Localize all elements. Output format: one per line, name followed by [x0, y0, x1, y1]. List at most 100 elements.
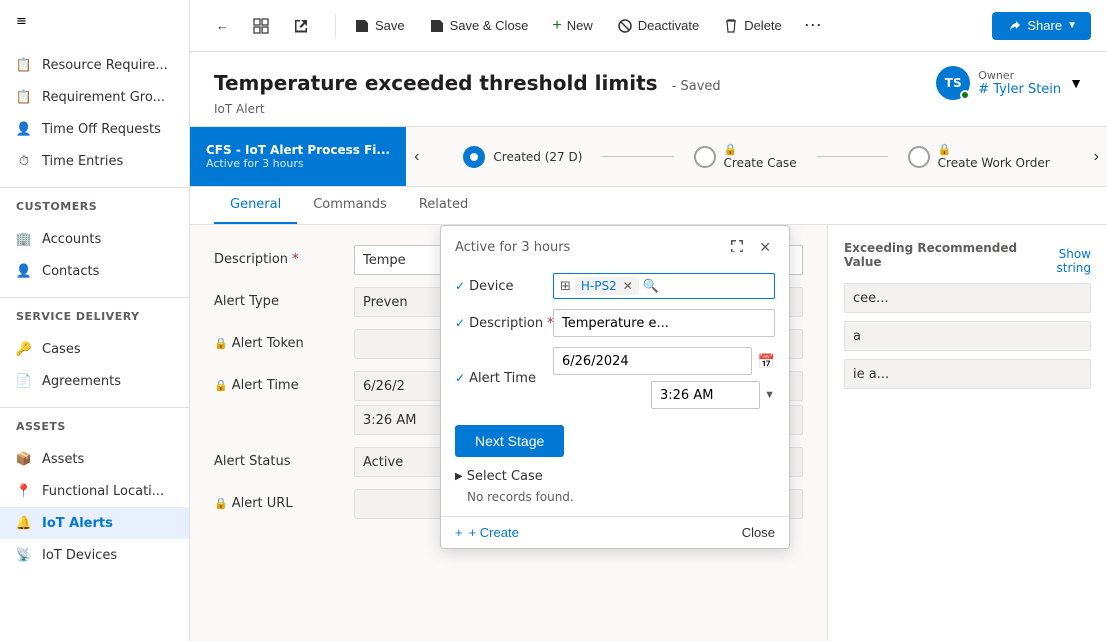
save-button[interactable]: Save [344, 13, 415, 39]
sidebar-item-cases[interactable]: 🔑 Cases [0, 333, 189, 365]
sidebar-item-iot-devices[interactable]: 📡 IoT Devices [0, 539, 189, 571]
alert-time-label: 🔒 Alert Time [214, 371, 354, 393]
stage-popup: Active for 3 hours ✕ ✓ Device [440, 225, 790, 549]
popup-footer-close-button[interactable]: Close [742, 525, 775, 540]
exceeding-title: Exceeding Recommended Value [844, 241, 1030, 269]
popup-alert-time-label: ✓ Alert Time [455, 371, 545, 386]
step-label-created: Created (27 D) [493, 150, 582, 164]
delete-icon [723, 18, 739, 34]
resource-icon: 📋 [16, 57, 32, 73]
share-chevron-icon: ▼ [1067, 20, 1077, 31]
step-circle-created [463, 146, 485, 168]
record-subtitle: IoT Alert [214, 102, 1083, 116]
toolbar-nav: ← [206, 13, 319, 39]
sidebar: ≡ 📋 Resource Require... 📋 Requirement Gr… [0, 0, 190, 641]
popup-description-row: ✓ Description * Temperature e... [455, 309, 775, 337]
assets-icon: 📦 [16, 451, 32, 467]
process-active-stage[interactable]: CFS - IoT Alert Process Fi... Active for… [190, 127, 406, 186]
sidebar-item-time-entries[interactable]: ⏱ Time Entries [0, 145, 189, 177]
owner-name[interactable]: # Tyler Stein [978, 82, 1061, 97]
device-tag: H-PS2 ✕ [575, 277, 639, 295]
description-required: * [292, 252, 299, 267]
show-string-link[interactable]: Show string [1030, 243, 1091, 275]
owner-chevron-button[interactable]: ▼ [1069, 75, 1083, 91]
sidebar-item-accounts[interactable]: 🏢 Accounts [0, 223, 189, 255]
popup-select-case[interactable]: ▶ Select Case [455, 465, 775, 486]
sidebar-top-section: 📋 Resource Require... 📋 Requirement Gro.… [0, 43, 189, 183]
record-title: Temperature exceeded threshold limits [214, 71, 658, 95]
sidebar-divider-3 [0, 407, 189, 408]
sidebar-item-iot-alerts[interactable]: 🔔 IoT Alerts [0, 507, 189, 539]
agreements-icon: 📄 [16, 373, 32, 389]
record-saved-status: - Saved [672, 79, 721, 94]
process-step-create-work-order[interactable]: 🔒 Create Work Order [888, 143, 1070, 170]
stage-name: CFS - IoT Alert Process Fi... [206, 143, 390, 157]
process-step-created[interactable]: Created (27 D) [443, 146, 602, 168]
alert-url-lock-icon: 🔒 [214, 497, 228, 510]
popup-date-input[interactable]: 6/26/2024 [553, 347, 752, 375]
popup-device-label: ✓ Device [455, 279, 545, 294]
process-next-button[interactable]: › [1086, 127, 1107, 186]
next-stage-button[interactable]: Next Stage [455, 425, 564, 457]
popup-body: ✓ Device ⊞ H-PS2 ✕ 🔍 [441, 265, 789, 516]
select-case-triangle-icon: ▶ [455, 471, 463, 482]
sidebar-label: Assets [42, 452, 84, 467]
record-header: Temperature exceeded threshold limits - … [190, 52, 1107, 127]
sidebar-item-functional-locations[interactable]: 📍 Functional Locati... [0, 475, 189, 507]
owner-label: Owner [978, 69, 1061, 82]
toolbar: ← Save Save & Close + New Deactivate [190, 0, 1107, 52]
new-window-icon [293, 18, 309, 34]
device-lookup-icon: ⊞ [560, 279, 571, 294]
new-window-button[interactable] [283, 13, 319, 39]
back-button[interactable]: ← [206, 13, 239, 38]
view-button[interactable] [243, 13, 279, 39]
right-panel: Exceeding Recommended Value Show string … [827, 225, 1107, 641]
tab-general[interactable]: General [214, 187, 297, 224]
hamburger-menu[interactable]: ≡ [0, 0, 189, 43]
popup-time-dropdown-button[interactable]: ▼ [764, 389, 775, 401]
process-step-create-case[interactable]: 🔒 Create Case [674, 143, 817, 170]
e-a-field: a [844, 321, 1091, 351]
process-prev-button[interactable]: ‹ [406, 127, 427, 186]
stage-time: Active for 3 hours [206, 157, 390, 170]
sidebar-item-requirement-groups[interactable]: 📋 Requirement Gro... [0, 81, 189, 113]
delete-button[interactable]: Delete [713, 13, 792, 39]
step-connector-1 [602, 156, 673, 157]
record-title-area: Temperature exceeded threshold limits - … [214, 71, 721, 95]
popup-close-button[interactable]: ✕ [755, 236, 775, 259]
share-button[interactable]: Share ▼ [992, 12, 1091, 40]
save-close-button[interactable]: Save & Close [419, 13, 539, 39]
popup-alert-time-field: 6/26/2024 📅 3:26 AM ▼ [553, 347, 775, 409]
cee-field: cee... [844, 283, 1091, 313]
tab-commands[interactable]: Commands [297, 187, 403, 224]
sidebar-item-assets[interactable]: 📦 Assets [0, 443, 189, 475]
more-options-button[interactable]: ⋯ [796, 10, 830, 41]
description-check-icon: ✓ [455, 316, 465, 330]
popup-title: Active for 3 hours [455, 240, 570, 255]
sidebar-label: Time Off Requests [42, 122, 161, 137]
popup-create-button[interactable]: + + Create [455, 525, 519, 540]
new-button[interactable]: + New [542, 12, 602, 40]
popup-description-input[interactable]: Temperature e... [553, 309, 775, 337]
deactivate-button[interactable]: Deactivate [607, 13, 709, 39]
main-content: ← Save Save & Close + New Deactivate [190, 0, 1107, 641]
popup-expand-button[interactable] [725, 236, 749, 259]
tab-related[interactable]: Related [403, 187, 484, 224]
sidebar-customers-section: 🏢 Accounts 👤 Contacts [0, 217, 189, 293]
popup-time-input[interactable]: 3:26 AM [651, 381, 760, 409]
popup-device-input[interactable]: ⊞ H-PS2 ✕ 🔍 [553, 273, 775, 299]
device-search-button[interactable]: 🔍 [643, 278, 659, 294]
device-remove-button[interactable]: ✕ [623, 279, 633, 293]
sidebar-item-resource-requirements[interactable]: 📋 Resource Require... [0, 49, 189, 81]
popup-no-records: No records found. [455, 486, 775, 508]
sidebar-item-contacts[interactable]: 👤 Contacts [0, 255, 189, 287]
iot-alerts-icon: 🔔 [16, 515, 32, 531]
lock-icon-case: 🔒 [724, 143, 797, 156]
content-area: Description * Tempe Alert Type Preven [190, 225, 1107, 641]
sidebar-item-time-off[interactable]: 👤 Time Off Requests [0, 113, 189, 145]
sidebar-label: Resource Require... [42, 58, 168, 73]
popup-header: Active for 3 hours ✕ [441, 226, 789, 265]
sidebar-item-agreements[interactable]: 📄 Agreements [0, 365, 189, 397]
iot-devices-icon: 📡 [16, 547, 32, 563]
popup-calendar-button[interactable]: 📅 [758, 353, 775, 370]
